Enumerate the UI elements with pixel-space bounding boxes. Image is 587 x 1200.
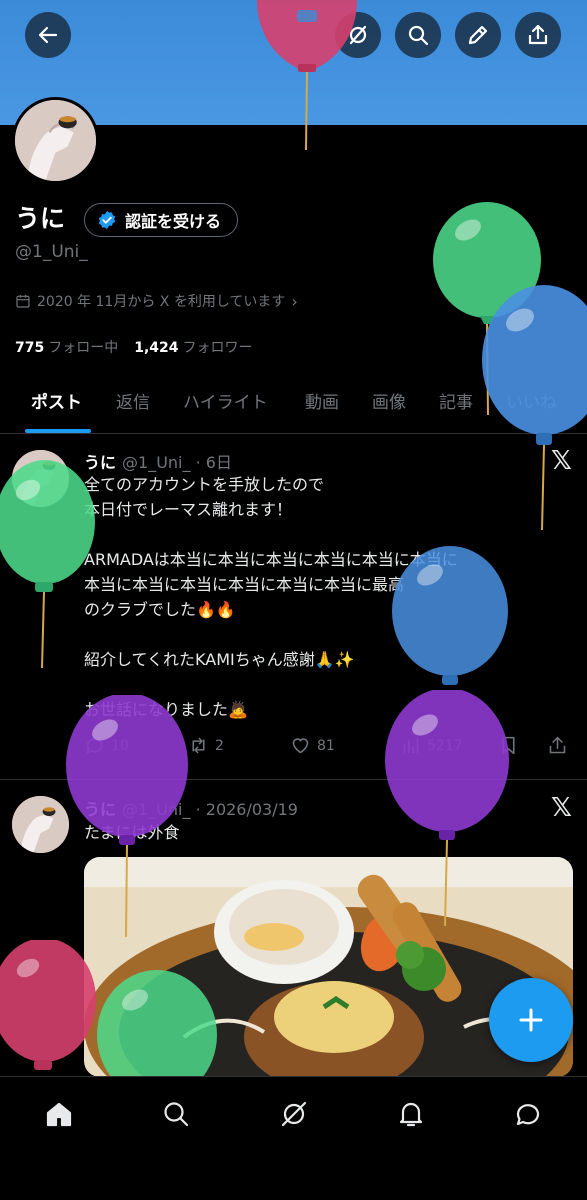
views-count: 5217: [427, 737, 463, 754]
post-header: うに @1_Uni_ · 6日: [84, 449, 232, 473]
heart-icon: [292, 738, 309, 754]
active-tab-indicator: [25, 429, 91, 433]
repost-icon: [192, 737, 205, 754]
profile-banner: [0, 0, 587, 125]
followers-count: 1,424: [134, 340, 179, 356]
followers-link[interactable]: 1,424 フォロワー: [134, 340, 252, 356]
reply-icon: [86, 738, 103, 754]
pencil-icon: [468, 25, 488, 45]
bookmark-icon: [502, 736, 515, 755]
share-icon: [528, 24, 548, 45]
verified-badge-icon: [98, 210, 116, 230]
reply-count: 10: [111, 737, 129, 754]
like-count: 81: [317, 737, 335, 754]
post-author-handle: @1_Uni_: [122, 800, 191, 819]
tab-articles[interactable]: 記事: [439, 388, 473, 413]
tab-likes[interactable]: いいね: [506, 388, 557, 413]
reply-button[interactable]: 10: [84, 735, 129, 756]
views-button[interactable]: 5217: [400, 735, 463, 756]
follow-stats: 775 フォロー中 1,424 フォロワー: [15, 337, 253, 357]
tab-videos[interactable]: 動画: [305, 388, 339, 413]
tab-images[interactable]: 画像: [372, 388, 406, 413]
post-text: 全てのアカウントを手放したので 本日付でレーマス離れます！ ARMADAは本当に…: [84, 475, 458, 719]
post-time: · 6日: [195, 453, 232, 472]
get-verified-button[interactable]: 認証を受ける: [84, 203, 239, 237]
joined-text: 2020 年 11月から X を利用しています: [37, 294, 286, 310]
following-label: フォロー中: [48, 340, 119, 356]
post-divider: [0, 779, 587, 780]
x-logo-icon[interactable]: 𝕏: [551, 446, 572, 476]
nav-notifications[interactable]: [391, 1094, 431, 1134]
compose-post-button[interactable]: [489, 978, 573, 1062]
search-icon: [408, 25, 429, 46]
post-avatar[interactable]: [12, 796, 69, 853]
nav-grok[interactable]: [274, 1094, 314, 1134]
chat-bubble-icon: [516, 1104, 540, 1126]
tab-highlights[interactable]: ハイライト: [183, 388, 268, 413]
profile-handle: @1_Uni_: [15, 242, 88, 262]
bottom-navigation: [0, 1076, 587, 1200]
avatar-image: [12, 450, 69, 507]
profile-screen: うに 認証を受ける @1_Uni_ 2020 年 11月から X を利用していま…: [0, 0, 587, 1200]
grok-icon: [281, 1101, 307, 1127]
home-icon: [46, 1102, 72, 1127]
tab-posts[interactable]: ポスト: [31, 388, 82, 413]
repost-button[interactable]: 2: [188, 735, 224, 756]
profile-name: うに: [15, 204, 66, 233]
post-avatar[interactable]: [12, 450, 69, 507]
followers-label: フォロワー: [182, 340, 253, 356]
arrow-left-icon: [38, 26, 58, 44]
grok-button[interactable]: [335, 12, 381, 58]
nav-search[interactable]: [156, 1094, 196, 1134]
post-actions: 10 2 81 5217: [84, 735, 574, 761]
post-author-handle: @1_Uni_: [122, 453, 191, 472]
avatar-image: [12, 796, 69, 853]
share-icon: [549, 736, 566, 754]
back-button[interactable]: [25, 12, 71, 58]
joined-date[interactable]: 2020 年 11月から X を利用しています ›: [15, 291, 298, 311]
grok-icon: [349, 25, 367, 45]
profile-avatar[interactable]: [12, 97, 99, 184]
post-author-name[interactable]: うに: [84, 800, 116, 819]
share-post-button[interactable]: [547, 735, 568, 756]
bell-icon: [399, 1102, 423, 1127]
plus-icon: [519, 1008, 543, 1032]
views-icon: [403, 737, 419, 754]
nav-messages[interactable]: [508, 1094, 548, 1134]
profile-tabs: ポスト 返信 ハイライト 動画 画像 記事 いいね: [0, 378, 587, 434]
post-header: うに @1_Uni_ · 2026/03/19: [84, 796, 298, 820]
like-button[interactable]: 81: [290, 735, 335, 756]
post-author-name[interactable]: うに: [84, 453, 116, 472]
x-logo-icon[interactable]: 𝕏: [551, 793, 572, 823]
post-time: · 2026/03/19: [195, 800, 298, 819]
edit-button[interactable]: [455, 12, 501, 58]
avatar-image: [15, 100, 96, 181]
nav-home[interactable]: [39, 1094, 79, 1134]
chevron-right-icon: ›: [291, 291, 298, 311]
following-count: 775: [15, 340, 45, 356]
repost-count: 2: [215, 737, 224, 754]
bookmark-button[interactable]: [498, 735, 519, 756]
get-verified-label: 認証を受ける: [125, 212, 222, 231]
search-button[interactable]: [395, 12, 441, 58]
following-link[interactable]: 775 フォロー中: [15, 340, 118, 356]
search-icon: [164, 1102, 189, 1127]
post-text: たまには外食: [84, 823, 180, 842]
calendar-icon: [16, 295, 30, 308]
share-button[interactable]: [515, 12, 561, 58]
tab-replies[interactable]: 返信: [116, 388, 150, 413]
